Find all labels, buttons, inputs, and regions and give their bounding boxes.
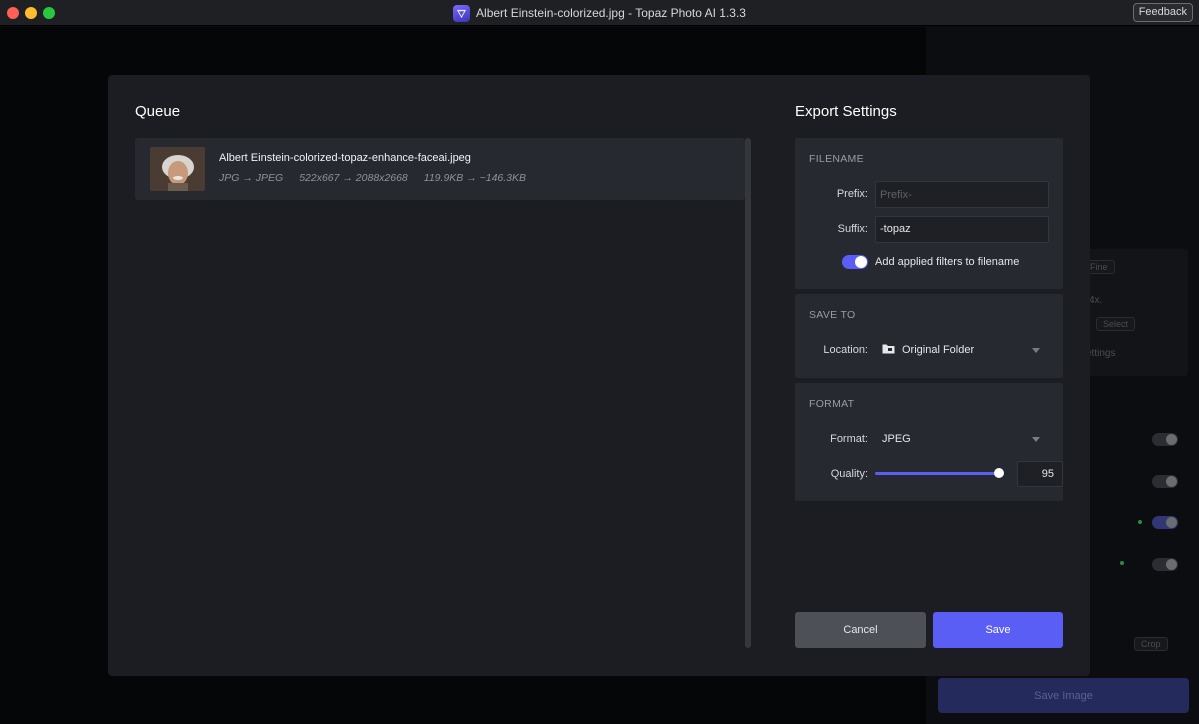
format-section: FORMAT Format: JPEG Quality: 95 (795, 383, 1063, 501)
filename-section: FILENAME Prefix: Suffix: -topaz Add appl… (795, 138, 1063, 289)
format-chevron-down-icon[interactable] (1032, 437, 1040, 442)
background-status-dot (1138, 520, 1142, 524)
queue-item-filename: Albert Einstein-colorized-topaz-enhance-… (219, 152, 471, 164)
window-title-group: Albert Einstein-colorized.jpg - Topaz Ph… (0, 0, 1199, 26)
location-value: Original Folder (902, 344, 975, 356)
suffix-input[interactable]: -topaz (875, 216, 1049, 243)
quality-input[interactable]: 95 (1017, 461, 1063, 487)
topaz-logo-icon (453, 4, 471, 22)
background-toggle (1152, 558, 1178, 571)
queue-item-meta: JPG → JPEG 522x667 → 2088x2668 119.9KB →… (219, 172, 526, 184)
filename-heading: FILENAME (809, 153, 864, 165)
export-modal: Queue Albert Einstein-colorized-topaz-en… (108, 75, 1090, 676)
background-toggle (1152, 516, 1178, 529)
background-status-dot (1120, 561, 1124, 565)
quality-slider-thumb[interactable] (993, 468, 1004, 478)
location-chevron-down-icon[interactable] (1032, 348, 1040, 353)
background-pill-select: Select (1096, 317, 1136, 331)
quality-label: Quality: (830, 468, 868, 480)
save-to-section: SAVE TO Location: Original Folder (795, 294, 1063, 378)
background-save-image-button: Save Image (938, 678, 1189, 713)
queue-scrollbar[interactable] (745, 138, 751, 648)
quality-slider-track[interactable] (875, 472, 999, 475)
queue-list: Albert Einstein-colorized-topaz-enhance-… (135, 138, 753, 648)
window-title: Albert Einstein-colorized.jpg - Topaz Ph… (476, 6, 746, 20)
queue-item-size-change: 119.9KB → ~146.3KB (423, 172, 527, 184)
save-button[interactable]: Save (933, 612, 1063, 648)
background-pill-crop: Crop (1134, 637, 1168, 651)
queue-item-format-change: JPG → JPEG (219, 172, 284, 184)
format-heading: FORMAT (809, 398, 855, 410)
format-label: Format: (830, 433, 868, 445)
suffix-label: Suffix: (837, 223, 868, 235)
queue-item[interactable]: Albert Einstein-colorized-topaz-enhance-… (135, 138, 745, 200)
queue-title: Queue (135, 103, 181, 120)
format-value: JPEG (882, 433, 911, 445)
prefix-input[interactable] (875, 181, 1049, 208)
export-settings-title: Export Settings (795, 103, 897, 120)
feedback-button[interactable]: Feedback (1132, 3, 1193, 22)
title-bar: Albert Einstein-colorized.jpg - Topaz Ph… (0, 0, 1199, 26)
background-text-settings: ettings (1086, 348, 1116, 359)
background-toggle (1152, 433, 1178, 446)
format-select[interactable]: JPEG (882, 433, 911, 445)
location-label: Location: (823, 344, 868, 356)
folder-icon (882, 343, 895, 357)
queue-item-dimensions-change: 522x667 → 2088x2668 (299, 172, 408, 184)
add-filters-label: Add applied filters to filename (875, 256, 1020, 268)
add-filters-toggle[interactable] (842, 255, 868, 269)
background-toggle (1152, 475, 1178, 488)
prefix-label: Prefix: (836, 188, 868, 200)
save-to-heading: SAVE TO (809, 309, 856, 321)
image-thumbnail (150, 147, 205, 191)
cancel-button[interactable]: Cancel (795, 612, 926, 648)
background-text-4x: 4x. (1089, 295, 1103, 306)
location-select[interactable]: Original Folder (882, 343, 974, 357)
